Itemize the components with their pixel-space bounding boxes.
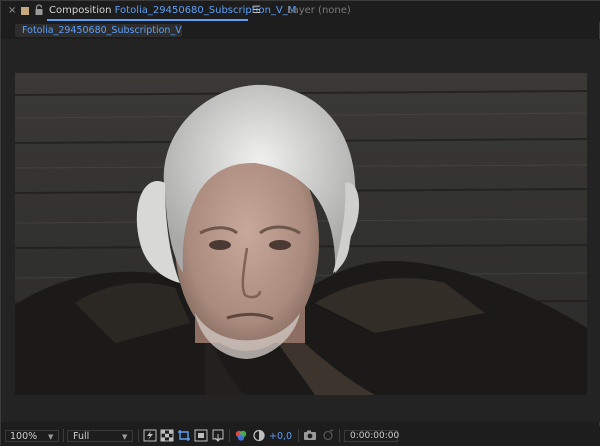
region-of-interest-icon[interactable] bbox=[177, 429, 191, 442]
panel-menu-icon[interactable]: ☰ bbox=[252, 5, 261, 16]
composition-tab-name: Fotolia_29450680_Subscription_V_M bbox=[114, 5, 297, 16]
chevron-down-icon: ▼ bbox=[48, 433, 54, 441]
show-snapshot-icon[interactable] bbox=[321, 429, 335, 442]
composition-tab-label: Composition bbox=[49, 5, 112, 16]
toolbar-divider bbox=[138, 429, 139, 442]
chevron-down-icon: ▼ bbox=[122, 433, 128, 441]
toolbar-divider bbox=[298, 429, 299, 442]
lock-icon[interactable] bbox=[34, 4, 44, 16]
composition-panel: × Composition Fotolia_29450680_Subscript… bbox=[0, 0, 600, 446]
timecode-value: 0:00:00:00 bbox=[350, 431, 400, 441]
label-color-swatch[interactable] bbox=[21, 7, 29, 15]
panel-tab-bar: × Composition Fotolia_29450680_Subscript… bbox=[1, 1, 600, 22]
toolbar-divider bbox=[63, 429, 64, 442]
close-tab-icon[interactable]: × bbox=[8, 5, 16, 16]
active-tab-indicator bbox=[47, 19, 248, 21]
magnification-value: 100% bbox=[10, 431, 38, 442]
channel-mask-icon[interactable] bbox=[211, 429, 225, 442]
fast-previews-icon[interactable] bbox=[143, 429, 157, 442]
toolbar-divider bbox=[339, 429, 340, 442]
layer-tab[interactable]: Layer (none) bbox=[287, 5, 351, 16]
composition-navigator-tab[interactable]: Fotolia_29450680_Subscription_V_M bbox=[15, 24, 182, 37]
guides-options-icon[interactable] bbox=[194, 429, 208, 442]
reset-exposure-icon[interactable] bbox=[252, 429, 266, 442]
exposure-value[interactable]: +0,0 bbox=[269, 431, 292, 442]
resolution-value: Full bbox=[73, 431, 90, 442]
camera-snapshot-icon[interactable] bbox=[303, 429, 317, 442]
toolbar-divider bbox=[229, 429, 230, 442]
show-channel-icon[interactable] bbox=[234, 429, 248, 442]
viewer-toolbar: 100% ▼ Full ▼ +0,0 0:00:00:00 bbox=[1, 426, 600, 446]
transparency-grid-icon[interactable] bbox=[160, 429, 174, 442]
composition-frame-image bbox=[15, 73, 587, 395]
